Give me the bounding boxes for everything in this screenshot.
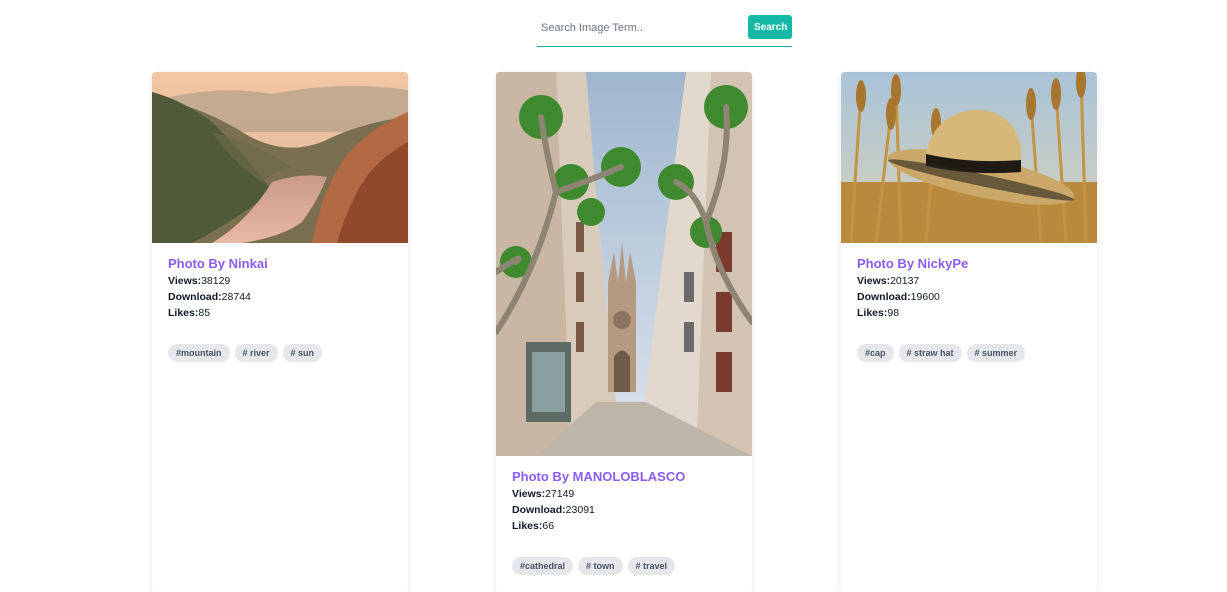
- search-button[interactable]: Search: [748, 15, 792, 39]
- views-stat: Views:20137: [857, 273, 1081, 289]
- views-value: 20137: [890, 275, 920, 287]
- views-value: 27149: [545, 488, 575, 500]
- tag-badge[interactable]: # travel: [627, 557, 676, 575]
- tag-badge[interactable]: # summer: [966, 344, 1026, 362]
- likes-value: 98: [887, 307, 900, 319]
- views-stat: Views:38129: [168, 273, 392, 289]
- likes-label: Likes:: [857, 307, 888, 319]
- likes-stat: Likes:98: [857, 305, 1081, 321]
- downloads-stat: Download:23091: [512, 502, 736, 518]
- views-label: Views:: [857, 275, 891, 287]
- photo-author-title: Photo By Ninkai: [168, 256, 268, 271]
- card-photo-cathedral-street[interactable]: [496, 72, 752, 456]
- tag-list: #cap # straw hat # summer: [857, 343, 1081, 362]
- card-photo-straw-hat[interactable]: [841, 72, 1097, 243]
- tag-badge[interactable]: # sun: [282, 344, 323, 362]
- tag-badge[interactable]: #cathedral: [512, 557, 574, 575]
- downloads-label: Download:: [168, 291, 222, 303]
- likes-label: Likes:: [512, 520, 543, 532]
- views-label: Views:: [168, 275, 202, 287]
- likes-label: Likes:: [168, 307, 199, 319]
- tag-list: #mountain # river # sun: [168, 343, 392, 362]
- photo-author-title: Photo By NickyPe: [857, 256, 969, 271]
- likes-value: 66: [542, 520, 555, 532]
- downloads-value: 19600: [910, 291, 940, 303]
- downloads-value: 23091: [565, 504, 595, 516]
- views-label: Views:: [512, 488, 546, 500]
- downloads-stat: Download:19600: [857, 289, 1081, 305]
- tag-badge[interactable]: # straw hat: [898, 344, 962, 362]
- downloads-stat: Download:28744: [168, 289, 392, 305]
- views-value: 38129: [201, 275, 231, 287]
- downloads-value: 28744: [221, 291, 251, 303]
- likes-stat: Likes:66: [512, 518, 736, 534]
- downloads-label: Download:: [512, 504, 566, 516]
- image-card: Photo By NickyPe Views:20137 Download:19…: [841, 72, 1097, 592]
- tag-badge[interactable]: # river: [234, 344, 278, 362]
- tag-list: #cathedral # town # travel: [512, 556, 736, 575]
- tag-badge[interactable]: #cap: [857, 344, 894, 362]
- likes-value: 85: [198, 307, 211, 319]
- image-card: Photo By Ninkai Views:38129 Download:287…: [152, 72, 408, 592]
- search-input[interactable]: [537, 14, 745, 42]
- tag-badge[interactable]: # town: [578, 557, 623, 575]
- views-stat: Views:27149: [512, 486, 736, 502]
- search-form: Search: [537, 14, 792, 47]
- card-photo-mountain-river[interactable]: [152, 72, 408, 243]
- downloads-label: Download:: [857, 291, 911, 303]
- image-card: Photo By MANOLOBLASCO Views:27149 Downlo…: [496, 72, 752, 592]
- tag-badge[interactable]: #mountain: [168, 344, 230, 362]
- likes-stat: Likes:85: [168, 305, 392, 321]
- photo-author-title: Photo By MANOLOBLASCO: [512, 469, 686, 484]
